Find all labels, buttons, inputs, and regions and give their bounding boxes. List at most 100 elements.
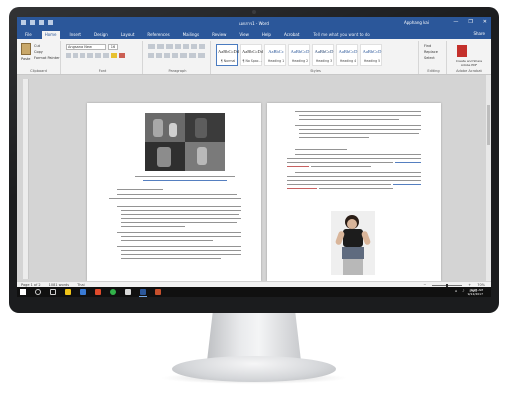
adobe-pdf-icon[interactable] (457, 45, 467, 57)
tab-help[interactable]: Help (259, 31, 274, 39)
style-heading-2[interactable]: AaBbCcD Heading 2 (288, 44, 310, 66)
strikethrough-icon[interactable] (87, 53, 93, 58)
justify-icon[interactable] (172, 53, 178, 58)
superscript-icon[interactable] (103, 53, 109, 58)
group-font: Angsana New 16 Font (63, 41, 143, 74)
borders-icon[interactable] (198, 53, 205, 58)
close-button[interactable]: ✕ (483, 19, 487, 25)
align-left-icon[interactable] (148, 53, 154, 58)
group-label-font: Font (98, 69, 107, 73)
style-no-spacing[interactable]: AaBbCcDd ¶ No Spac... (240, 44, 263, 66)
network-icon[interactable]: ⌂ (455, 289, 457, 293)
bold-icon[interactable] (66, 53, 71, 58)
taskbar-clock[interactable]: 9:06 AM 9/12/2017 (468, 288, 483, 296)
align-center-icon[interactable] (156, 53, 162, 58)
cut-button[interactable]: Cut (34, 44, 40, 48)
tab-mailings[interactable]: Mailings (180, 31, 202, 39)
decrease-indent-icon[interactable] (175, 44, 181, 49)
font-name-field[interactable]: Angsana New (66, 44, 106, 50)
select-button[interactable]: Select (424, 56, 435, 60)
style-heading-1[interactable]: AaBbCc Heading 1 (264, 44, 286, 66)
paste-button[interactable]: Paste (21, 57, 30, 61)
volume-icon[interactable]: ♪ (462, 289, 464, 293)
style-sample: AaBbCcD (314, 49, 334, 54)
share-button[interactable]: Share (473, 31, 485, 36)
style-heading-4[interactable]: AaBbCcD Heading 4 (336, 44, 358, 66)
file-explorer-icon[interactable] (65, 289, 71, 295)
document-canvas (17, 75, 491, 281)
window-controls: — ❐ ✕ (453, 19, 487, 25)
group-label-paragraph: Paragraph (168, 69, 187, 73)
increase-indent-icon[interactable] (183, 44, 189, 49)
monitor-stand-neck (207, 313, 301, 361)
tab-view[interactable]: View (236, 31, 252, 39)
copy-button[interactable]: Copy (34, 50, 43, 54)
media-app-icon[interactable] (95, 289, 101, 295)
tab-home[interactable]: Home (41, 31, 60, 39)
tab-acrobat[interactable]: Acrobat (281, 31, 302, 39)
find-button[interactable]: Find (424, 44, 431, 48)
task-view-icon[interactable] (50, 289, 56, 295)
zoom-slider[interactable] (432, 283, 463, 287)
style-heading-5[interactable]: AaBbCcD Heading 5 (360, 44, 382, 66)
subscript-icon[interactable] (95, 53, 101, 58)
group-clipboard: Paste Cut Copy Format Painter Clipboard (17, 41, 61, 74)
italic-icon[interactable] (73, 53, 78, 58)
numbering-icon[interactable] (157, 44, 164, 49)
format-painter-button[interactable]: Format Painter (34, 56, 60, 60)
photo-collage-image (145, 113, 225, 171)
pilcrow-icon[interactable] (199, 44, 205, 49)
align-right-icon[interactable] (164, 53, 170, 58)
search-icon[interactable] (35, 289, 41, 295)
line-spacing-icon[interactable] (180, 53, 187, 58)
word-title-bar: เอกสาร1 - Word Apphang kai — ❐ ✕ (17, 17, 491, 29)
store-icon[interactable] (80, 289, 86, 295)
scrollbar-thumb[interactable] (487, 105, 490, 145)
document-page-1[interactable] (87, 103, 261, 281)
highlight-icon[interactable] (111, 53, 117, 58)
tab-review[interactable]: Review (209, 31, 229, 39)
signed-in-user[interactable]: Apphang kai (404, 20, 429, 25)
browser-icon[interactable] (110, 289, 116, 295)
tab-design[interactable]: Design (91, 31, 111, 39)
underline-icon[interactable] (80, 53, 85, 58)
group-paragraph: Paragraph (145, 41, 211, 74)
minimize-button[interactable]: — (453, 19, 458, 25)
document-page-2[interactable] (267, 103, 441, 281)
shading-icon[interactable] (189, 53, 196, 58)
font-color-icon[interactable] (119, 53, 125, 58)
tab-references[interactable]: References (144, 31, 172, 39)
style-name: Heading 3 (315, 59, 333, 63)
paste-icon[interactable] (21, 43, 31, 55)
style-sample: AaBbCcD (290, 49, 310, 54)
desktop-monitor-scene: เอกสาร1 - Word Apphang kai — ❐ ✕ File Ho… (0, 0, 508, 394)
ribbon-home: Paste Cut Copy Format Painter Clipboard … (17, 39, 491, 75)
style-sample: AaBbCcDd (242, 49, 263, 54)
windows-start-icon[interactable] (20, 289, 26, 295)
restore-button[interactable]: ❐ (468, 19, 472, 25)
tab-insert[interactable]: Insert (67, 31, 84, 39)
bullets-icon[interactable] (148, 44, 155, 49)
multilevel-list-icon[interactable] (166, 44, 173, 49)
powerpoint-app-icon[interactable] (155, 289, 161, 295)
word-app-icon[interactable] (140, 289, 146, 295)
tab-layout[interactable]: Layout (118, 31, 138, 39)
font-format-row (66, 53, 125, 58)
group-adobe-acrobat: Create and Share Adobe PDF Adobe Acrobat (449, 41, 489, 74)
style-name: Heading 4 (339, 59, 357, 63)
vertical-scrollbar[interactable] (486, 75, 491, 281)
group-styles: AaBbCcDd ¶ Normal AaBbCcDd ¶ No Spac... … (213, 41, 419, 74)
tab-file[interactable]: File (22, 31, 35, 39)
tell-me-search[interactable]: Tell me what you want to do (313, 32, 369, 39)
sort-icon[interactable] (191, 44, 197, 49)
style-normal[interactable]: AaBbCcDd ¶ Normal (216, 44, 239, 66)
replace-button[interactable]: Replace (424, 50, 438, 54)
style-heading-3[interactable]: AaBbCcD Heading 3 (312, 44, 334, 66)
create-share-pdf-button[interactable]: Create and Share Adobe PDF (451, 59, 487, 67)
ribbon-tabs: File Home Insert Design Layout Reference… (17, 29, 491, 39)
style-name: ¶ Normal (220, 59, 236, 63)
group-editing: Find Replace Select Editing (421, 41, 447, 74)
style-sample: AaBbCcD (338, 49, 358, 54)
font-size-field[interactable]: 16 (108, 44, 118, 50)
photos-icon[interactable] (125, 289, 131, 295)
